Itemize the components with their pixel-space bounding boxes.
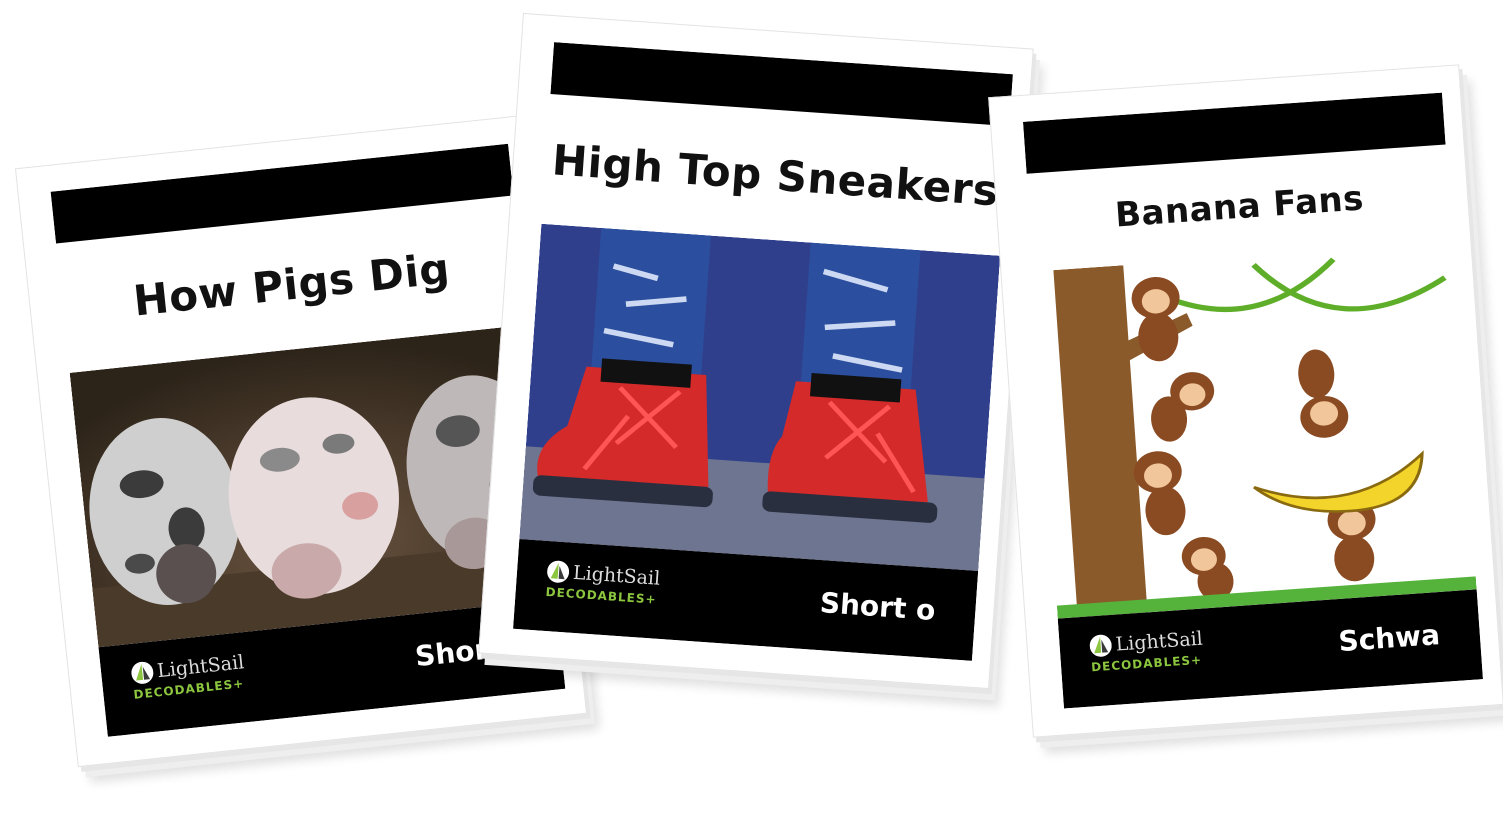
book-cover-banana-fans[interactable]: Banana Fans LightSail DECODABLES+ Schwa: [988, 64, 1503, 738]
cover-image-monkeys: [1033, 242, 1477, 619]
brand-name: LightSail: [572, 561, 661, 590]
cover-page: Banana Fans LightSail DECODABLES+ Schwa: [1022, 92, 1483, 709]
cover-page: High Top Sneakers LightSail DECODABLES+ …: [513, 42, 1013, 661]
lightsail-logo: LightSail DECODABLES+: [545, 559, 661, 607]
phonics-level: Schwa: [1337, 618, 1441, 659]
lightsail-logo: LightSail DECODABLES+: [130, 650, 247, 702]
book-cover-high-top-sneakers[interactable]: High Top Sneakers LightSail DECODABLES+ …: [478, 12, 1034, 690]
sail-icon: [131, 661, 154, 684]
sail-icon: [547, 560, 570, 583]
lightsail-logo: LightSail DECODABLES+: [1089, 627, 1205, 674]
brand-name: LightSail: [1114, 627, 1204, 656]
sail-icon: [1089, 634, 1112, 657]
cover-image-sneakers: [519, 223, 1001, 572]
phonics-level: Short o: [818, 586, 937, 628]
